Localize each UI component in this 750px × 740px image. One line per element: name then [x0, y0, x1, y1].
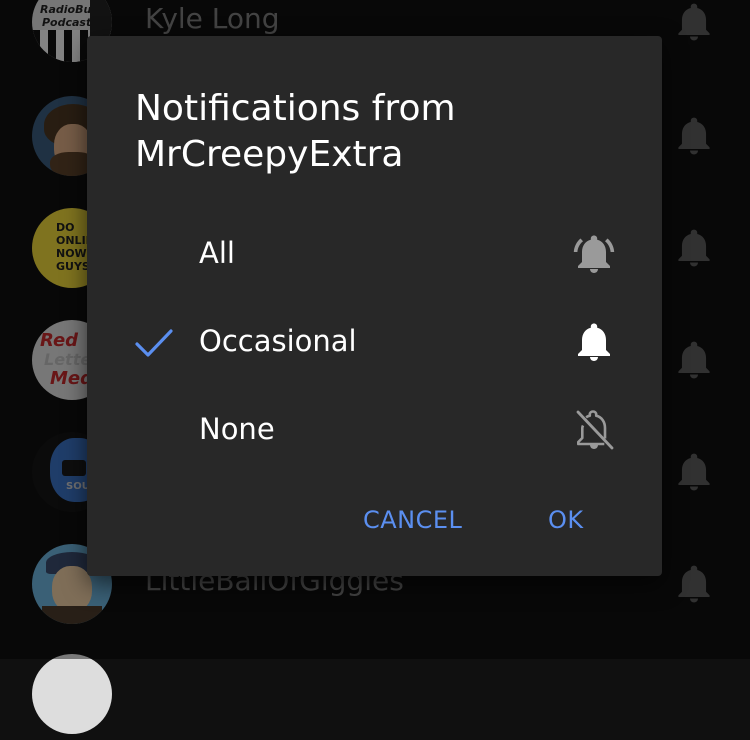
subscription-row[interactable]: [0, 652, 750, 740]
bell-ringing-icon: [572, 232, 616, 276]
option-label: None: [199, 412, 275, 446]
avatar: [32, 654, 112, 734]
option-label: All: [199, 236, 235, 270]
option-occasional[interactable]: Occasional: [87, 308, 662, 378]
option-none[interactable]: None: [87, 396, 662, 466]
option-label: Occasional: [199, 324, 357, 358]
checkmark-icon: [135, 328, 173, 358]
ok-button[interactable]: OK: [548, 506, 584, 534]
option-all[interactable]: All: [87, 220, 662, 290]
notifications-dialog: Notifications from MrCreepyExtra All Occ…: [87, 36, 662, 576]
cancel-button[interactable]: CANCEL: [363, 506, 462, 534]
bell-off-icon: [572, 408, 616, 452]
bell-icon: [572, 320, 616, 364]
dialog-title: Notifications from MrCreepyExtra: [135, 88, 456, 175]
